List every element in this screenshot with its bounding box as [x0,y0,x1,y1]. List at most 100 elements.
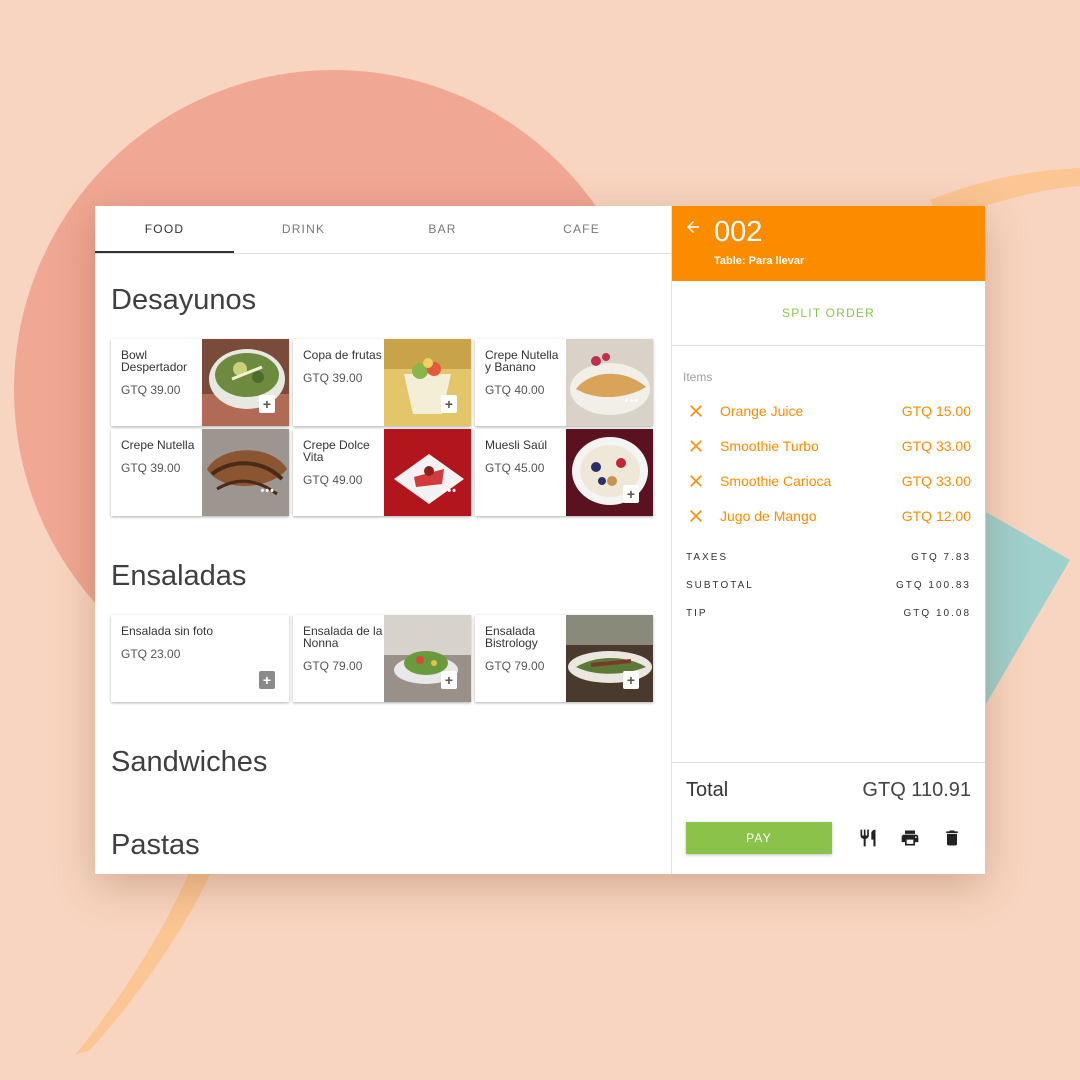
pos-app-window: FOOD DRINK BAR CAFE Desayunos Bowl Despe… [95,206,985,874]
menu-scroll-area[interactable]: Desayunos Bowl Despertador GTQ 39.00 + C… [95,284,671,862]
order-item-name: Jugo de Mango [720,507,817,524]
section-title-desayunos: Desayunos [111,284,257,316]
menu-item-name: Copa de frutas [303,348,382,362]
menu-item-photo [384,615,471,702]
order-item-price: GTQ 12.00 [901,507,971,524]
menu-item-photo [566,615,653,702]
add-photo-icon[interactable]: + [259,671,275,689]
menu-item-card[interactable]: Ensalada de la Nonna GTQ 79.00 + [293,615,471,702]
items-heading: Items [683,370,713,384]
menu-item-name: Ensalada sin foto [121,624,214,638]
order-item-name: Orange Juice [720,402,804,419]
menu-item-photo [384,339,471,426]
tip-value: GTQ 10.08 [903,607,971,619]
menu-item-price: GTQ 40.00 [485,383,545,397]
menu-item-card[interactable]: Ensalada sin foto GTQ 23.00 + [111,615,289,702]
tab-drink[interactable]: DRINK [234,206,373,253]
tip-label: TIP [686,607,708,619]
menu-item-card[interactable]: Crepe Nutella y Banano GTQ 40.00 ••• [475,339,653,426]
order-item: Jugo de Mango GTQ 12.00 [672,498,985,533]
menu-item-price: GTQ 49.00 [303,473,363,487]
split-order-bar: SPLIT ORDER [672,281,985,346]
remove-item-icon[interactable] [686,401,706,421]
more-options-icon[interactable]: ••• [260,485,275,497]
menu-panel: FOOD DRINK BAR CAFE Desayunos Bowl Despe… [95,206,672,874]
order-item: Smoothie Carioca GTQ 33.00 [672,463,985,498]
order-panel: 002 Table: Para llevar SPLIT ORDER Items… [672,206,985,874]
menu-item-name: Ensalada de la Nonna [303,624,383,650]
section-title-sandwiches: Sandwiches [111,746,268,778]
order-header: 002 Table: Para llevar [672,206,985,281]
menu-item-card[interactable]: Crepe Dolce Vita GTQ 49.00 ••• [293,429,471,516]
menu-grid-ensaladas: Ensalada sin foto GTQ 23.00 + Ensalada d… [111,615,655,702]
order-actions: PAY [672,802,985,854]
order-item-name: Smoothie Turbo [720,437,819,454]
subtotal-value: GTQ 100.83 [895,579,971,591]
order-item: Orange Juice GTQ 15.00 [672,393,985,428]
order-totals: TAXES GTQ 7.83 SUBTOTAL GTQ 100.83 TIP G… [672,543,985,627]
menu-item-name: Muesli Saúl [485,438,548,452]
taxes-label: TAXES [686,551,729,563]
delete-icon[interactable] [942,828,962,848]
order-items-list: Orange Juice GTQ 15.00 Smoothie Turbo GT… [672,393,985,533]
menu-item-name: Ensalada Bistrology [485,624,538,650]
menu-item-name: Crepe Dolce Vita [303,438,370,464]
menu-item-card[interactable]: Crepe Nutella GTQ 39.00 ••• [111,429,289,516]
taxes-row: TAXES GTQ 7.83 [672,543,985,571]
menu-item-card[interactable]: Bowl Despertador GTQ 39.00 + [111,339,289,426]
back-arrow-icon[interactable] [684,218,702,236]
subtotal-row: SUBTOTAL GTQ 100.83 [672,571,985,599]
total-row: Total GTQ 110.91 [672,763,985,802]
subtotal-label: SUBTOTAL [686,579,754,591]
background-brush-stroke [75,870,210,1055]
add-photo-icon[interactable]: + [623,671,639,689]
pay-button[interactable]: PAY [686,822,832,854]
menu-item-price: GTQ 39.00 [121,461,181,475]
tab-cafe[interactable]: CAFE [512,206,651,253]
remove-item-icon[interactable] [686,471,706,491]
more-options-icon[interactable]: ••• [442,485,457,497]
section-title-ensaladas: Ensaladas [111,560,247,592]
menu-item-photo [384,429,471,516]
menu-item-name: Crepe Nutella y Banano [485,348,559,374]
category-tabs: FOOD DRINK BAR CAFE [95,206,671,254]
section-title-pastas: Pastas [111,829,200,861]
menu-item-price: GTQ 39.00 [303,371,363,385]
order-item: Smoothie Turbo GTQ 33.00 [672,428,985,463]
total-label: Total [686,779,729,801]
add-photo-icon[interactable]: + [623,485,639,503]
menu-item-name: Bowl Despertador [121,348,188,374]
menu-item-price: GTQ 45.00 [485,461,545,475]
menu-item-card[interactable]: Muesli Saúl GTQ 45.00 + [475,429,653,516]
menu-item-price: GTQ 23.00 [121,647,181,661]
order-item-price: GTQ 15.00 [901,402,971,419]
menu-item-photo [202,339,289,426]
menu-item-card[interactable]: Ensalada Bistrology GTQ 79.00 + [475,615,653,702]
remove-item-icon[interactable] [686,436,706,456]
tab-food[interactable]: FOOD [95,206,234,253]
more-options-icon[interactable]: ••• [624,395,639,407]
split-order-button[interactable]: SPLIT ORDER [782,306,875,320]
menu-item-card[interactable]: Copa de frutas GTQ 39.00 + [293,339,471,426]
order-number: 002 [714,216,763,248]
add-photo-icon[interactable]: + [259,395,275,413]
menu-item-price: GTQ 39.00 [121,383,181,397]
menu-item-price: GTQ 79.00 [485,659,545,673]
tab-bar[interactable]: BAR [373,206,512,253]
menu-item-name: Crepe Nutella [121,438,195,452]
print-icon[interactable] [900,828,920,848]
menu-item-photo [566,339,653,426]
order-item-price: GTQ 33.00 [901,437,971,454]
tip-row: TIP GTQ 10.08 [672,599,985,627]
remove-item-icon[interactable] [686,506,706,526]
taxes-value: GTQ 7.83 [911,551,971,563]
menu-grid-desayunos: Bowl Despertador GTQ 39.00 + Copa de fru… [111,339,655,516]
cutlery-icon[interactable] [858,828,878,848]
add-photo-icon[interactable]: + [441,395,457,413]
menu-item-photo [566,429,653,516]
order-item-price: GTQ 33.00 [901,472,971,489]
menu-item-price: GTQ 79.00 [303,659,363,673]
order-item-name: Smoothie Carioca [720,472,832,489]
add-photo-icon[interactable]: + [441,671,457,689]
menu-item-photo [202,429,289,516]
